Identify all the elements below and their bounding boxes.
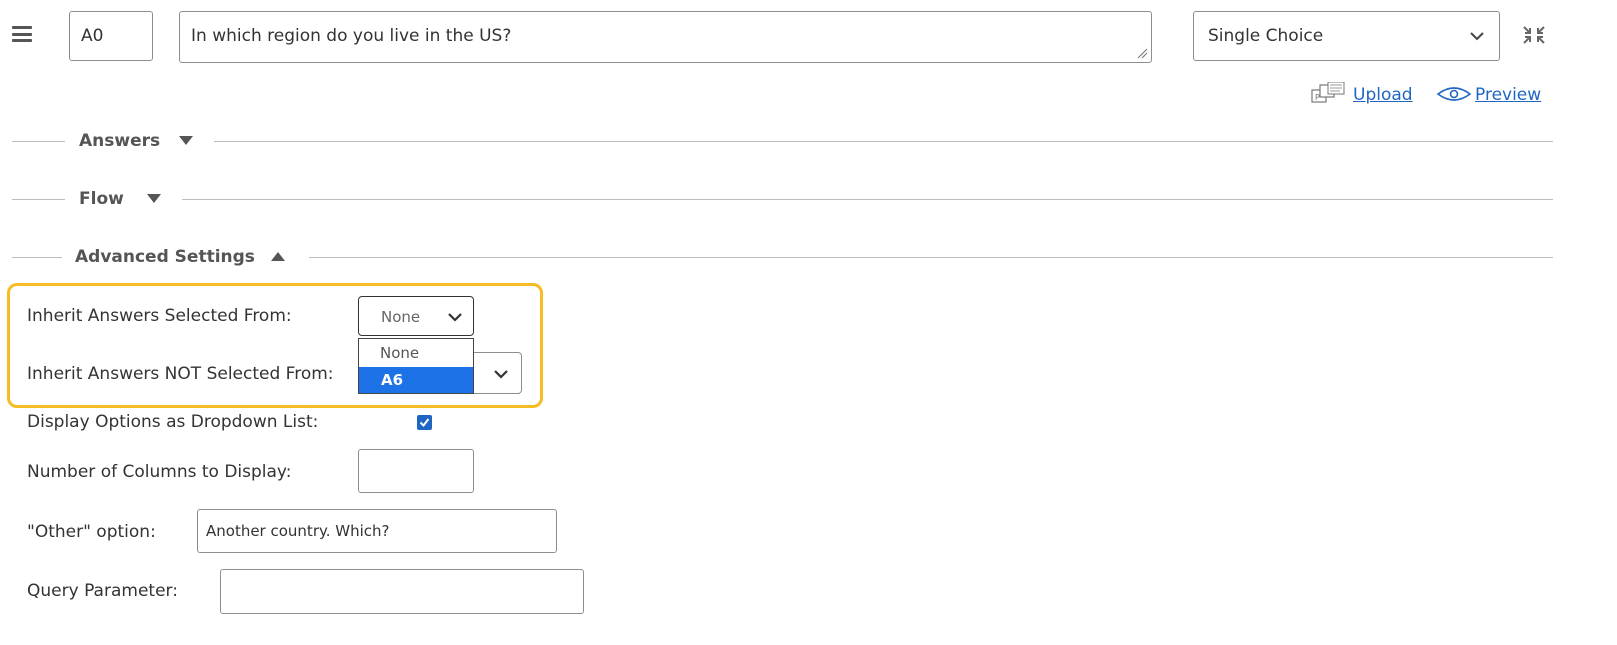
display-dropdown-checkbox[interactable]	[417, 415, 432, 430]
inherit-not-selected-label: Inherit Answers NOT Selected From:	[27, 364, 334, 384]
menu-icon[interactable]	[12, 26, 32, 42]
inherit-selected-value: None	[381, 308, 421, 326]
question-type-value: Single Choice	[1208, 26, 1324, 46]
display-dropdown-label: Display Options as Dropdown List:	[27, 412, 319, 432]
resize-grip-icon[interactable]	[1136, 47, 1148, 59]
dropdown-option-a6[interactable]: A6	[359, 367, 473, 393]
inherit-selected-select[interactable]: None	[358, 296, 474, 336]
eye-icon[interactable]	[1436, 86, 1472, 102]
divider	[182, 199, 1553, 200]
triangle-down-icon[interactable]	[179, 136, 193, 146]
section-flow-title[interactable]: Flow	[79, 189, 124, 209]
check-icon	[419, 418, 430, 428]
preview-link[interactable]: Preview	[1475, 85, 1541, 105]
divider	[214, 141, 1553, 142]
divider	[12, 257, 62, 258]
section-answers-title[interactable]: Answers	[79, 131, 160, 151]
collapse-icon[interactable]	[1521, 24, 1547, 46]
upload-icon[interactable]: P	[1310, 82, 1350, 106]
dropdown-option-none[interactable]: None	[359, 340, 473, 366]
section-advanced-settings: Advanced Settings	[12, 244, 1553, 272]
query-parameter-input[interactable]	[220, 569, 584, 614]
chevron-down-icon	[494, 370, 508, 379]
inherit-selected-label: Inherit Answers Selected From:	[27, 306, 292, 326]
triangle-down-icon[interactable]	[147, 194, 161, 204]
inherit-selected-dropdown-list: None A6	[358, 338, 474, 394]
section-answers: Answers	[12, 128, 1553, 156]
svg-text:P: P	[1315, 93, 1320, 102]
triangle-up-icon[interactable]	[271, 252, 285, 262]
upload-link[interactable]: Upload	[1353, 85, 1413, 105]
other-option-label: "Other" option:	[27, 522, 156, 542]
section-advanced-title[interactable]: Advanced Settings	[75, 247, 255, 267]
query-parameter-label: Query Parameter:	[27, 581, 178, 601]
question-text: In which region do you live in the US?	[191, 26, 512, 46]
columns-input[interactable]	[358, 449, 474, 493]
question-code-input[interactable]	[69, 11, 153, 61]
columns-label: Number of Columns to Display:	[27, 462, 292, 482]
divider	[12, 199, 65, 200]
divider	[309, 257, 1553, 258]
divider	[12, 141, 65, 142]
section-flow: Flow	[12, 186, 1553, 214]
other-option-input[interactable]	[197, 509, 557, 553]
question-text-area[interactable]: In which region do you live in the US?	[179, 11, 1152, 63]
chevron-down-icon	[448, 313, 462, 322]
question-type-select[interactable]: Single Choice	[1193, 11, 1500, 61]
chevron-down-icon	[1470, 32, 1484, 41]
